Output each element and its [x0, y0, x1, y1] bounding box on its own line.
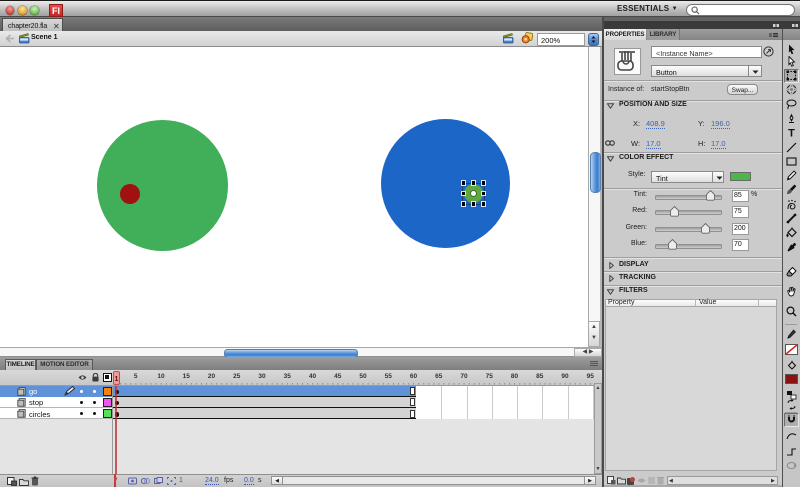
svg-text:T: T [788, 128, 795, 139]
